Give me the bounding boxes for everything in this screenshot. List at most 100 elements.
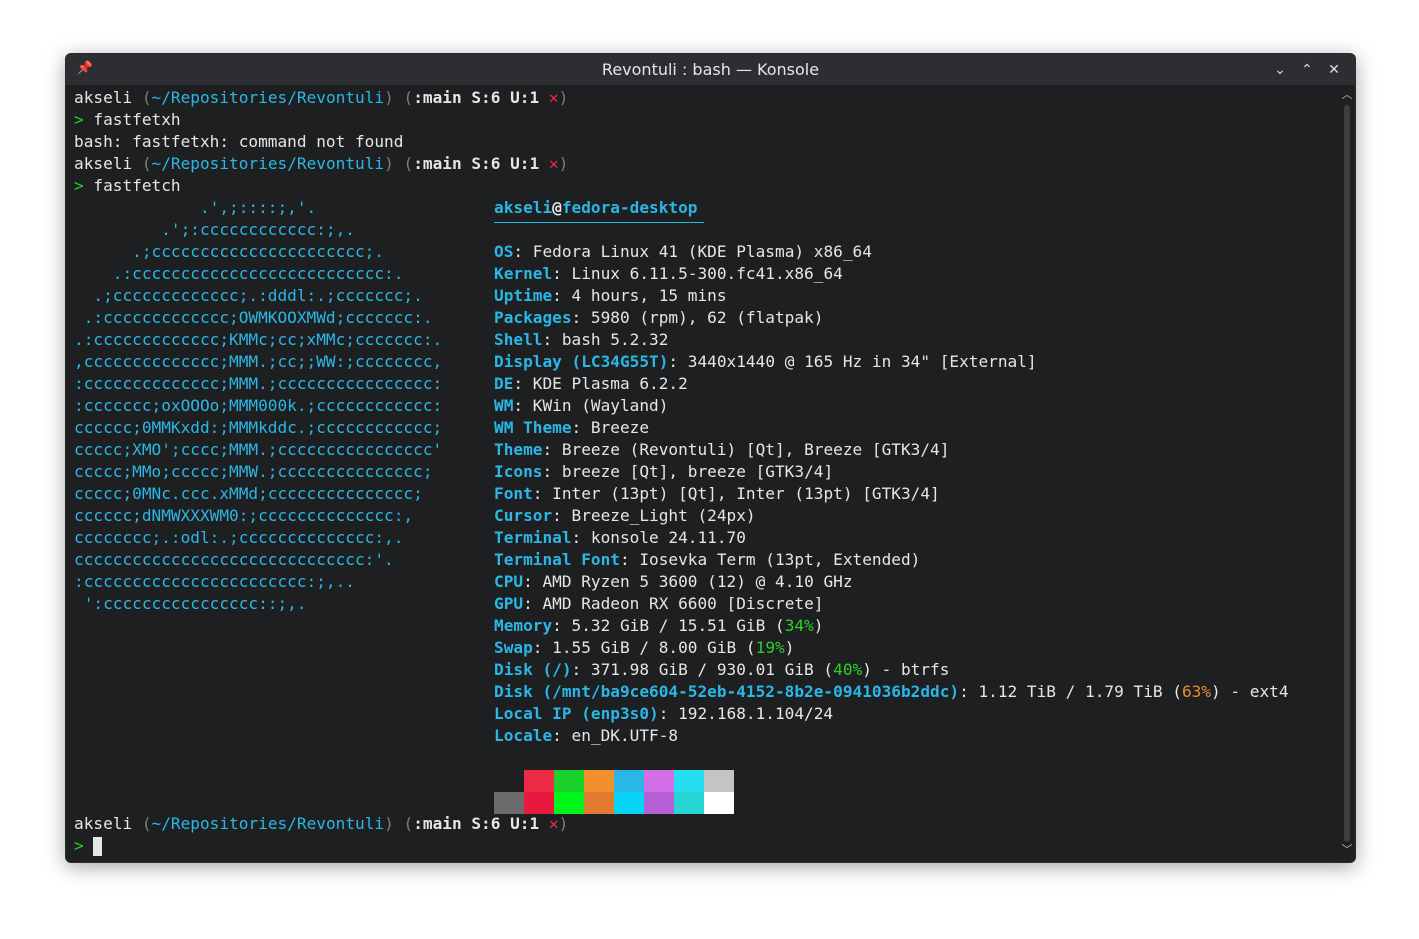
- prompt-user: akseli: [74, 814, 133, 833]
- prompt-paren: (: [141, 154, 152, 173]
- prompt-directory: ~/Repositories/Revontuli: [151, 88, 385, 107]
- info-row-memory: Memory: 5.32 GiB / 15.51 GiB (34%): [494, 615, 823, 637]
- git-branch: :main: [413, 88, 462, 107]
- logo-line: :ccccccccccccccccccccccc:;,..: [74, 572, 355, 591]
- info-key: Theme: [494, 440, 543, 459]
- scroll-up-icon[interactable]: ︿: [1339, 87, 1355, 103]
- konsole-window: 📌 Revontuli : bash — Konsole ⌄ ⌃ ✕ aksel…: [65, 53, 1356, 863]
- info-row: WM: KWin (Wayland): [494, 395, 668, 417]
- info-value: : KWin (Wayland): [513, 396, 669, 415]
- vertical-scrollbar[interactable]: ︿ ﹀: [1339, 85, 1355, 862]
- info-row: DE: KDE Plasma 6.2.2: [494, 373, 688, 395]
- info-header: akseli@fedora-desktop: [494, 197, 698, 219]
- scrollbar-thumb[interactable]: [1344, 105, 1350, 842]
- prompt-paren: (: [141, 814, 152, 833]
- info-key: Packages: [494, 308, 572, 327]
- prompt-paren: ): [384, 814, 394, 833]
- prompt-line: akseli (~/Repositories/Revontuli) (:main…: [74, 813, 568, 835]
- palette-swatch: [704, 792, 734, 814]
- info-value: : 4 hours, 15 mins: [552, 286, 727, 305]
- prompt-paren: ): [384, 154, 394, 173]
- git-status: S:6 U:1: [471, 88, 540, 107]
- logo-line: .;cccccccccccccccccccccc;.: [74, 242, 385, 261]
- info-key: Icons: [494, 462, 543, 481]
- info-row-local-ip: Local IP (enp3s0): 192.168.1.104/24: [494, 703, 833, 725]
- info-value: : Breeze: [571, 418, 650, 437]
- info-value: : KDE Plasma 6.2.2: [513, 374, 688, 393]
- info-key: Display (LC34G55T): [494, 352, 669, 371]
- logo-line: ccccc;MMo;ccccc;MMW.;ccccccccccccccc;: [74, 462, 433, 481]
- palette-swatch: [584, 792, 614, 814]
- logo-line: ccccc;XMO';cccc;MMM.;cccccccccccccccc': [74, 440, 443, 459]
- git-status: S:6 U:1: [471, 814, 540, 833]
- info-separator: [494, 222, 704, 223]
- info-value: ) - btrfs: [862, 660, 950, 679]
- info-row: Terminal Font: Iosevka Term (13pt, Exten…: [494, 549, 920, 571]
- info-row-locale: Locale: en_DK.UTF-8: [494, 725, 678, 747]
- minimize-icon[interactable]: ⌄: [1270, 60, 1290, 80]
- titlebar[interactable]: 📌 Revontuli : bash — Konsole ⌄ ⌃ ✕: [66, 54, 1355, 85]
- info-percent: 40%: [833, 660, 863, 679]
- command-text: fastfetxh: [93, 110, 181, 129]
- logo-line: ':cccccccccccccccc::;,.: [74, 594, 307, 613]
- info-row: Font: Inter (13pt) [Qt], Inter (13pt) [G…: [494, 483, 940, 505]
- info-key: Locale: [494, 726, 553, 745]
- prompt-paren: ): [384, 88, 394, 107]
- info-value: : Linux 6.11.5-300.fc41.x86_64: [552, 264, 843, 283]
- logo-line: cccccc;dNMWXXXWM0:;cccccccccccccc:,: [74, 506, 414, 525]
- error-mark-icon: ✕: [548, 88, 559, 107]
- command-line[interactable]: >: [74, 835, 103, 857]
- info-key: Shell: [494, 330, 543, 349]
- git-branch: :main: [413, 814, 462, 833]
- error-output: bash: fastfetxh: command not found: [74, 132, 404, 151]
- prompt-paren: (: [403, 154, 414, 173]
- logo-line: :cccccccccccccc;MMM.;cccccccccccccccc:: [74, 374, 443, 393]
- command-line: > fastfetxh: [74, 109, 181, 131]
- prompt-paren: ): [558, 88, 569, 107]
- scroll-down-icon[interactable]: ﹀: [1339, 842, 1355, 858]
- palette-swatch: [674, 770, 704, 792]
- prompt-arrow: >: [74, 176, 84, 195]
- info-value: : Breeze_Light (24px): [552, 506, 756, 525]
- info-key: Terminal Font: [494, 550, 620, 569]
- palette-swatch: [554, 770, 584, 792]
- info-key: Font: [494, 484, 533, 503]
- palette-swatch: [524, 770, 554, 792]
- info-value: : 5.32 GiB / 15.51 GiB (: [552, 616, 785, 635]
- terminal-view[interactable]: akseli (~/Repositories/Revontuli) (:main…: [74, 87, 1334, 857]
- info-row: Kernel: Linux 6.11.5-300.fc41.x86_64: [494, 263, 843, 285]
- info-row: Cursor: Breeze_Light (24px): [494, 505, 756, 527]
- logo-line: .;ccccccccccccc;.:dddl:.;ccccccc;.: [74, 286, 423, 305]
- info-key: Kernel: [494, 264, 553, 283]
- palette-swatch: [614, 792, 644, 814]
- info-row: Icons: breeze [Qt], breeze [GTK3/4]: [494, 461, 833, 483]
- text-cursor: [93, 837, 103, 856]
- info-key: Local IP (enp3s0): [494, 704, 659, 723]
- info-row: CPU: AMD Ryzen 5 3600 (12) @ 4.10 GHz: [494, 571, 853, 593]
- info-percent: 34%: [784, 616, 814, 635]
- palette-swatch: [494, 792, 524, 814]
- info-row: Terminal: konsole 24.11.70: [494, 527, 746, 549]
- prompt-arrow: >: [74, 836, 84, 855]
- info-value: : Iosevka Term (13pt, Extended): [619, 550, 921, 569]
- info-key: OS: [494, 242, 514, 261]
- info-row: GPU: AMD Radeon RX 6600 [Discrete]: [494, 593, 823, 615]
- prompt-arrow: >: [74, 110, 84, 129]
- info-key: Uptime: [494, 286, 553, 305]
- info-key: WM: [494, 396, 514, 415]
- info-value: : bash 5.2.32: [542, 330, 669, 349]
- prompt-user: akseli: [74, 154, 133, 173]
- info-row: Theme: Breeze (Revontuli) [Qt], Breeze […: [494, 439, 949, 461]
- maximize-icon[interactable]: ⌃: [1297, 60, 1317, 80]
- logo-line: cccccccccccccccccccccccccccccc:'.: [74, 550, 394, 569]
- info-host: fedora-desktop: [561, 198, 698, 217]
- close-icon[interactable]: ✕: [1324, 60, 1344, 80]
- info-percent: 63%: [1181, 682, 1212, 701]
- palette-swatch: [674, 792, 704, 814]
- info-row: Display (LC34G55T): 3440x1440 @ 165 Hz i…: [494, 351, 1037, 373]
- info-value: : AMD Radeon RX 6600 [Discrete]: [523, 594, 824, 613]
- prompt-paren: (: [141, 88, 152, 107]
- error-mark-icon: ✕: [548, 154, 559, 173]
- info-row: WM Theme: Breeze: [494, 417, 649, 439]
- git-branch: :main: [413, 154, 462, 173]
